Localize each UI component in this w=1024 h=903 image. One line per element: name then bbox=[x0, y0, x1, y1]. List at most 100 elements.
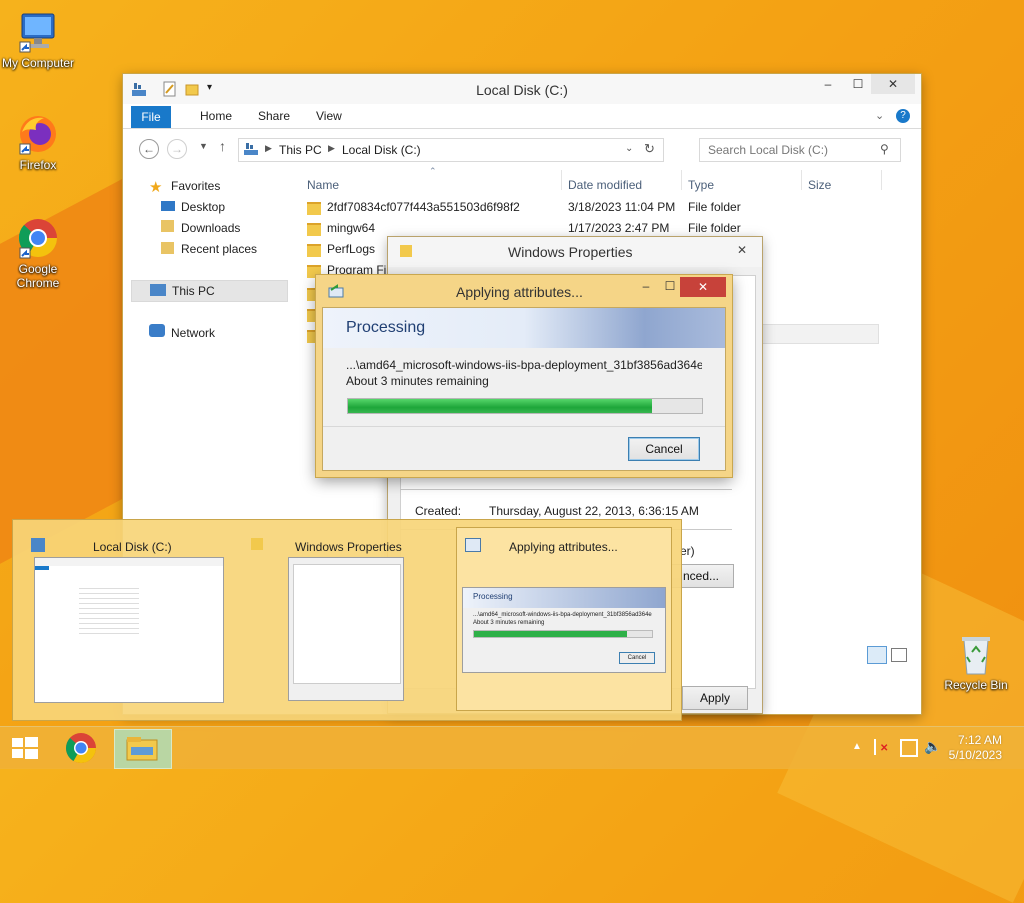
properties-title: Windows Properties bbox=[508, 244, 633, 260]
clock[interactable]: 7:12 AM 5/10/2023 bbox=[949, 733, 1002, 763]
nav-favorites[interactable]: Favorites bbox=[171, 179, 220, 193]
desktop-icon-label: My Computer bbox=[1, 56, 75, 70]
explorer-titlebar: ▾ Local Disk (C:) – ☐ ✕ bbox=[123, 74, 921, 104]
ribbon-tabs: File Home Share View ⌄ ? bbox=[123, 104, 921, 129]
file-date: 1/17/2023 2:47 PM bbox=[568, 221, 670, 235]
properties-titlebar: Windows Properties ✕ bbox=[388, 237, 762, 267]
search-box[interactable]: Search Local Disk (C:) ⚲ bbox=[699, 138, 901, 162]
windows-logo-icon bbox=[12, 737, 38, 759]
tab-file[interactable]: File bbox=[131, 106, 171, 128]
refresh-icon[interactable]: ↻ bbox=[644, 141, 655, 157]
thumbnail-windows-properties[interactable]: Windows Properties bbox=[243, 528, 443, 710]
file-name: mingw64 bbox=[327, 221, 376, 235]
details-view-icon[interactable] bbox=[867, 646, 887, 664]
sort-arrow-icon: ⌃ bbox=[429, 166, 437, 176]
desktop-icon-label: Firefox bbox=[19, 158, 57, 172]
ribbon-expand-icon[interactable]: ⌄ bbox=[875, 109, 884, 122]
apply-button[interactable]: Apply bbox=[682, 686, 748, 710]
close-button[interactable]: ✕ bbox=[728, 241, 756, 259]
show-hidden-icons-icon[interactable]: ▲ bbox=[852, 741, 862, 752]
nav-this-pc: This PC bbox=[172, 284, 215, 298]
folder-icon bbox=[400, 245, 412, 257]
file-name: 2fdf70834cf077f443a551503d6f98f2 bbox=[327, 200, 520, 214]
advanced-label: nced... bbox=[682, 569, 720, 583]
this-pc-icon bbox=[243, 142, 259, 159]
desktop-icon-recycle-bin[interactable]: Recycle Bin bbox=[936, 632, 1016, 692]
downloads-icon bbox=[161, 220, 174, 232]
start-button[interactable] bbox=[0, 729, 50, 767]
action-center-flag-icon[interactable]: ✕ bbox=[874, 739, 890, 755]
tab-home[interactable]: Home bbox=[200, 109, 232, 123]
forward-button[interactable]: → bbox=[167, 139, 187, 159]
star-icon: ★ bbox=[149, 179, 163, 196]
thumbnail-caption: Local Disk (C:) bbox=[93, 540, 172, 554]
desktop-folder-icon bbox=[161, 201, 175, 211]
file-row[interactable]: PerfLogs bbox=[307, 242, 387, 262]
desktop-icon-my-computer[interactable]: My Computer bbox=[0, 10, 76, 70]
thumbnail-local-disk[interactable]: Local Disk (C:) bbox=[23, 528, 238, 710]
address-dropdown-icon[interactable]: ⌄ bbox=[625, 143, 633, 154]
progress-bar bbox=[347, 398, 703, 414]
processing-banner: Processing bbox=[323, 308, 725, 348]
nav-recent-places[interactable]: Recent places bbox=[181, 242, 257, 256]
column-type[interactable]: Type bbox=[688, 178, 714, 192]
nav-this-pc-row[interactable]: This PC bbox=[131, 280, 288, 302]
network-icon bbox=[149, 324, 165, 337]
tab-view[interactable]: View bbox=[316, 109, 342, 123]
tab-share[interactable]: Share bbox=[258, 109, 290, 123]
nav-downloads[interactable]: Downloads bbox=[181, 221, 240, 235]
breadcrumb-local-disk[interactable]: Local Disk (C:) bbox=[342, 143, 421, 157]
chrome-icon bbox=[66, 733, 96, 764]
explorer-taskbar-button[interactable] bbox=[114, 729, 172, 769]
selected-row-highlight bbox=[759, 324, 879, 344]
created-label: Created: bbox=[415, 504, 462, 518]
close-button[interactable]: ✕ bbox=[680, 277, 726, 297]
recent-places-icon bbox=[161, 242, 174, 254]
clock-time: 7:12 AM bbox=[957, 733, 1002, 747]
nav-network[interactable]: Network bbox=[171, 326, 215, 340]
search-icon[interactable]: ⚲ bbox=[880, 142, 889, 156]
maximize-button[interactable]: ☐ bbox=[843, 74, 873, 94]
minimize-button[interactable]: – bbox=[813, 74, 843, 94]
thumbnail-applying-attributes[interactable]: Applying attributes... Processing ...\am… bbox=[457, 528, 671, 710]
back-button[interactable]: ← bbox=[139, 139, 159, 159]
address-bar[interactable]: ▶ This PC ▶ Local Disk (C:) ⌄ ↻ bbox=[238, 138, 664, 162]
column-name[interactable]: Name bbox=[307, 178, 339, 192]
help-icon[interactable]: ? bbox=[896, 109, 910, 123]
recent-locations-icon[interactable]: ▼ bbox=[199, 141, 208, 151]
window-title: Local Disk (C:) bbox=[476, 82, 568, 98]
large-icons-view-icon[interactable] bbox=[891, 648, 907, 662]
desktop-icon-chrome[interactable]: Google Chrome bbox=[0, 216, 76, 290]
copy-progress-icon bbox=[465, 538, 481, 552]
cancel-button[interactable]: Cancel bbox=[628, 437, 700, 461]
computer-icon bbox=[16, 10, 60, 54]
created-value: Thursday, August 22, 2013, 6:36:15 AM bbox=[489, 504, 699, 518]
network-tray-icon[interactable] bbox=[900, 739, 918, 757]
close-button[interactable]: ✕ bbox=[871, 74, 915, 94]
chrome-taskbar-button[interactable] bbox=[56, 729, 106, 767]
volume-muted-icon[interactable]: 🔈 bbox=[924, 738, 941, 755]
breadcrumb-this-pc[interactable]: This PC bbox=[279, 143, 322, 157]
processing-heading: Processing bbox=[346, 319, 426, 336]
up-button[interactable]: ↑ bbox=[219, 138, 226, 154]
file-type: File folder bbox=[688, 200, 741, 214]
search-input[interactable]: Search Local Disk (C:) bbox=[708, 143, 828, 157]
desktop-icon-label: Recycle Bin bbox=[944, 678, 1008, 692]
nav-desktop[interactable]: Desktop bbox=[181, 200, 225, 214]
desktop-icon-firefox[interactable]: Firefox bbox=[0, 112, 76, 172]
explorer-icon bbox=[31, 538, 45, 552]
column-size[interactable]: Size bbox=[808, 178, 831, 192]
window-switcher: Local Disk (C:) Windows Properties Apply… bbox=[13, 520, 681, 720]
file-date: 3/18/2023 11:04 PM bbox=[568, 200, 676, 214]
file-row[interactable]: 2fdf70834cf077f443a551503d6f98f2 3/18/20… bbox=[307, 200, 887, 220]
minimize-button[interactable]: – bbox=[634, 279, 658, 293]
apply-label: Apply bbox=[699, 691, 731, 705]
folder-icon bbox=[251, 538, 263, 550]
recycle-bin-icon bbox=[954, 632, 998, 676]
address-row: ← → ▼ ↑ ▶ This PC ▶ Local Disk (C:) ⌄ ↻ … bbox=[123, 129, 921, 165]
progress-body: Processing ...\amd64_microsoft-windows-i… bbox=[322, 307, 726, 471]
maximize-button[interactable]: ☐ bbox=[658, 279, 682, 293]
column-date-modified[interactable]: Date modified bbox=[568, 178, 642, 192]
folder-icon bbox=[307, 223, 321, 236]
divider bbox=[400, 489, 732, 490]
